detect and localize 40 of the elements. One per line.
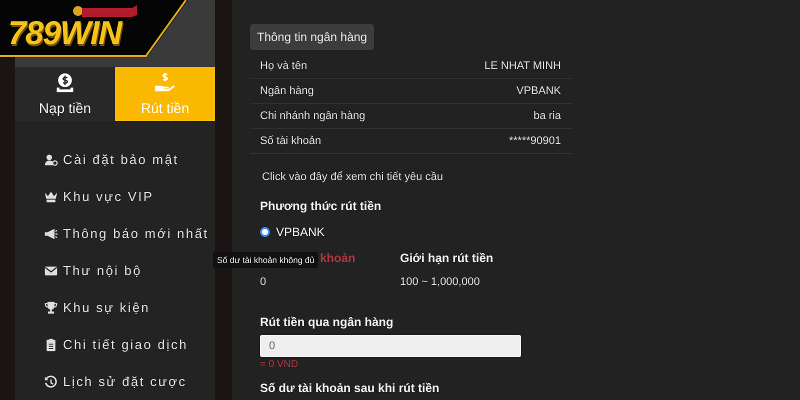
megaphone-icon bbox=[44, 226, 58, 240]
field-label: Họ và tên bbox=[260, 60, 308, 72]
amount-label: Rút tiền qua ngân hàng bbox=[260, 315, 394, 329]
balance-value: 0 bbox=[260, 276, 266, 288]
menu-item[interactable]: Khu sự kiện bbox=[15, 289, 215, 326]
section-heading: Phương thức rút tiền bbox=[260, 199, 382, 213]
field-label: Số tài khoản bbox=[260, 135, 322, 147]
envelope-icon bbox=[44, 264, 58, 278]
menu-item[interactable]: Lịch sử đặt cược bbox=[15, 363, 215, 400]
user-lock-icon bbox=[44, 152, 58, 166]
converted-amount: = 0 VND bbox=[260, 359, 298, 370]
crown-icon bbox=[44, 190, 58, 204]
section-title: Thông tin ngân hàng bbox=[250, 24, 374, 50]
field-value: VPBANK bbox=[516, 85, 561, 97]
coin-icon bbox=[54, 72, 76, 94]
ribbon-icon bbox=[72, 4, 138, 18]
menu-item[interactable]: Cài đặt bảo mật bbox=[15, 141, 215, 178]
history-icon bbox=[44, 374, 58, 388]
field-label: Ngân hàng bbox=[260, 85, 314, 97]
clipboard-icon bbox=[44, 338, 58, 352]
limit-value: 100 ~ 1,000,000 bbox=[400, 276, 480, 288]
amount-field[interactable]: 0 bbox=[260, 335, 521, 357]
radio-label[interactable]: VPBANK bbox=[276, 225, 325, 239]
hand-coin-icon bbox=[154, 72, 176, 94]
details-link[interactable]: Click vào đây để xem chi tiết yêu cầu bbox=[262, 171, 443, 183]
field-label: Chi nhánh ngân hàng bbox=[260, 110, 366, 122]
menu-item[interactable]: Chi tiết giao dịch bbox=[15, 326, 215, 363]
field-value: ba ria bbox=[533, 110, 561, 122]
limit-label: Giới hạn rút tiền bbox=[400, 251, 494, 265]
radio-button[interactable] bbox=[260, 227, 270, 237]
menu-item[interactable]: Khu vực VIP bbox=[15, 178, 215, 215]
section-heading: Số dư tài khoản sau khi rút tiền bbox=[260, 381, 440, 395]
menu-item[interactable]: Thư nội bộ bbox=[15, 252, 215, 289]
field-value: *****90901 bbox=[509, 135, 561, 147]
wallet-tab[interactable]: Nạp tiền bbox=[15, 66, 115, 121]
trophy-icon bbox=[44, 300, 58, 314]
field-value: LE NHAT MINH bbox=[484, 60, 561, 72]
balance-label: khoản bbox=[320, 251, 356, 265]
menu-item[interactable]: Thông báo mới nhất bbox=[15, 215, 215, 252]
tooltip: Số dư tài khoản không đủ bbox=[213, 252, 318, 268]
